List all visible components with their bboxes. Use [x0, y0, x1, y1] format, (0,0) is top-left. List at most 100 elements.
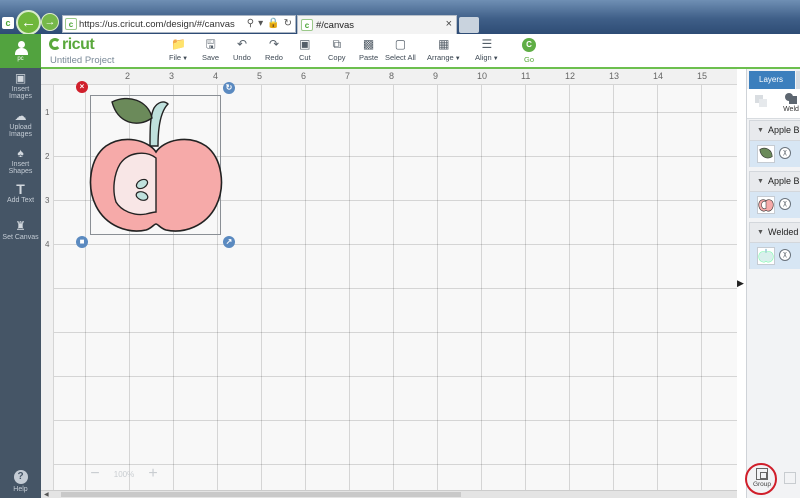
align-label: Align: [475, 53, 492, 62]
chevron-down-icon: ▼: [757, 127, 764, 134]
select-all-button[interactable]: ▢ Select All: [385, 38, 416, 62]
sidebar-item-label: Set Canvas: [2, 234, 39, 241]
sidebar-item-label: Insert Shapes: [8, 161, 33, 175]
panel-collapse-toggle[interactable]: ▶: [737, 278, 744, 289]
redo-icon: ↷: [268, 37, 279, 51]
shirt-icon: ♜: [15, 219, 26, 233]
zoom-in-button[interactable]: +: [144, 465, 162, 483]
new-tab-button[interactable]: [459, 17, 479, 33]
cut-label: Cut: [299, 53, 311, 62]
file-menu-button[interactable]: 📁 File▼: [169, 38, 188, 62]
paste-button[interactable]: ▩ Paste: [359, 38, 378, 62]
cut-button[interactable]: ▣ Cut: [299, 38, 311, 62]
chevron-down-icon: ▼: [454, 56, 461, 62]
welded-shape-icon: [758, 248, 774, 263]
layer-item-welded[interactable]: χ: [749, 243, 800, 269]
cricut-go-icon: C: [522, 38, 536, 52]
chevron-down-icon: ▼: [182, 56, 189, 62]
align-menu-button[interactable]: ☰ Align▼: [475, 38, 499, 62]
ruler-top-label: 9: [433, 71, 439, 81]
sidebar-item-label: Add Text: [6, 197, 35, 204]
close-icon: ×: [79, 82, 85, 91]
chevron-down-icon: ▼: [757, 229, 764, 236]
undo-label: Undo: [233, 53, 251, 62]
undo-icon: ↶: [236, 37, 247, 51]
rotate-handle[interactable]: ↻: [223, 82, 235, 94]
chevron-down-icon: ▼: [757, 178, 764, 185]
site-favicon: c: [65, 18, 77, 30]
horizontal-scrollbar[interactable]: ◀: [41, 490, 737, 498]
user-initials: pc: [17, 55, 24, 62]
lock-handle[interactable]: ■: [76, 236, 88, 248]
layer-group-header[interactable]: ▼ Apple B: [749, 171, 800, 192]
sidebar-item-insert-images[interactable]: ▣ Insert Images: [0, 72, 41, 100]
ruler-top-label: 5: [257, 71, 263, 81]
sidebar-item-help[interactable]: ? Help: [0, 470, 41, 493]
save-button[interactable]: 🖫 Save: [202, 38, 219, 62]
project-name[interactable]: Untitled Project: [50, 55, 114, 66]
browser-tab[interactable]: c #/canvas ×: [297, 15, 457, 34]
copy-label: Copy: [328, 53, 346, 62]
sidebar-item-upload-images[interactable]: ☁ Upload Images: [0, 110, 41, 138]
sidebar-item-add-text[interactable]: T Add Text: [0, 182, 41, 204]
redo-button[interactable]: ↷ Redo: [265, 38, 283, 62]
resize-handle[interactable]: ↗: [223, 236, 235, 248]
visibility-toggle[interactable]: χ: [779, 147, 791, 159]
dropdown-icon[interactable]: ▾: [258, 18, 263, 29]
tab-color-sync[interactable]: [796, 71, 800, 89]
arrange-icon: ▦: [438, 37, 450, 51]
image-icon: ▣: [14, 71, 27, 85]
visibility-toggle[interactable]: χ: [779, 249, 791, 261]
address-bar[interactable]: c https://us.cricut.com/design/#/canvas …: [62, 15, 296, 33]
logo-mark-icon: [49, 38, 61, 50]
layer-thumbnail: [757, 247, 775, 265]
layer-group-header[interactable]: ▼ Apple B: [749, 120, 800, 141]
forward-button[interactable]: →: [41, 13, 59, 31]
lock-icon: ■: [79, 237, 85, 246]
go-button[interactable]: C Go: [522, 38, 536, 64]
redo-label: Redo: [265, 53, 283, 62]
tab-layers[interactable]: Layers: [749, 71, 795, 89]
zoom-out-button[interactable]: −: [86, 465, 104, 483]
go-label: Go: [523, 55, 534, 64]
weld-label: Weld: [783, 106, 799, 113]
arrange-menu-button[interactable]: ▦ Arrange▼: [427, 38, 461, 62]
layer-group-name: Apple B: [768, 125, 800, 135]
weld-icon: [785, 93, 797, 104]
leaf-icon: [759, 147, 773, 159]
cricut-logo: ricut: [49, 36, 95, 54]
copy-button[interactable]: ⧉ Copy: [328, 38, 346, 62]
top-ruler: 2 3 4 5 6 7 8 9 10 11 12 13 14 15: [41, 69, 737, 85]
undo-button[interactable]: ↶ Undo: [233, 38, 251, 62]
scroll-left-icon[interactable]: ◀: [44, 491, 49, 498]
file-label: File: [169, 53, 182, 62]
slice-button[interactable]: [755, 95, 767, 107]
lock-icon: 🔒: [267, 18, 280, 29]
save-label: Save: [202, 53, 220, 62]
layer-group-header[interactable]: ▼ Welded: [749, 222, 800, 243]
ruler-top-label: 8: [389, 71, 395, 81]
layer-item-apple[interactable]: χ: [749, 192, 800, 218]
sidebar-item-set-canvas[interactable]: ♜ Set Canvas: [0, 220, 41, 241]
search-icon[interactable]: ⚲: [247, 18, 254, 29]
sidebar-item-insert-shapes[interactable]: ♠ Insert Shapes: [0, 147, 41, 175]
apple-design[interactable]: [88, 94, 224, 238]
user-account-button[interactable]: pc: [0, 34, 41, 68]
ungroup-button[interactable]: [784, 472, 796, 484]
layer-thumbnail: [757, 196, 775, 214]
refresh-icon[interactable]: ↻: [284, 18, 292, 29]
visibility-toggle[interactable]: χ: [779, 198, 791, 210]
highlight-circle: [745, 463, 777, 495]
url-text: https://us.cricut.com/design/#/canvas: [79, 18, 235, 30]
weld-button[interactable]: Weld: [780, 93, 800, 113]
layer-item-leaf[interactable]: χ: [749, 141, 800, 167]
ruler-top-label: 12: [565, 71, 576, 81]
eye-icon: χ: [783, 251, 787, 258]
pinned-tab-favicon: c: [2, 17, 14, 29]
close-icon[interactable]: ×: [446, 18, 452, 30]
cut-icon: ▣: [299, 37, 311, 51]
scrollbar-thumb[interactable]: [61, 492, 461, 497]
back-button[interactable]: ←: [16, 10, 41, 35]
ruler-top-label: 3: [169, 71, 175, 81]
delete-handle[interactable]: ×: [76, 81, 88, 93]
